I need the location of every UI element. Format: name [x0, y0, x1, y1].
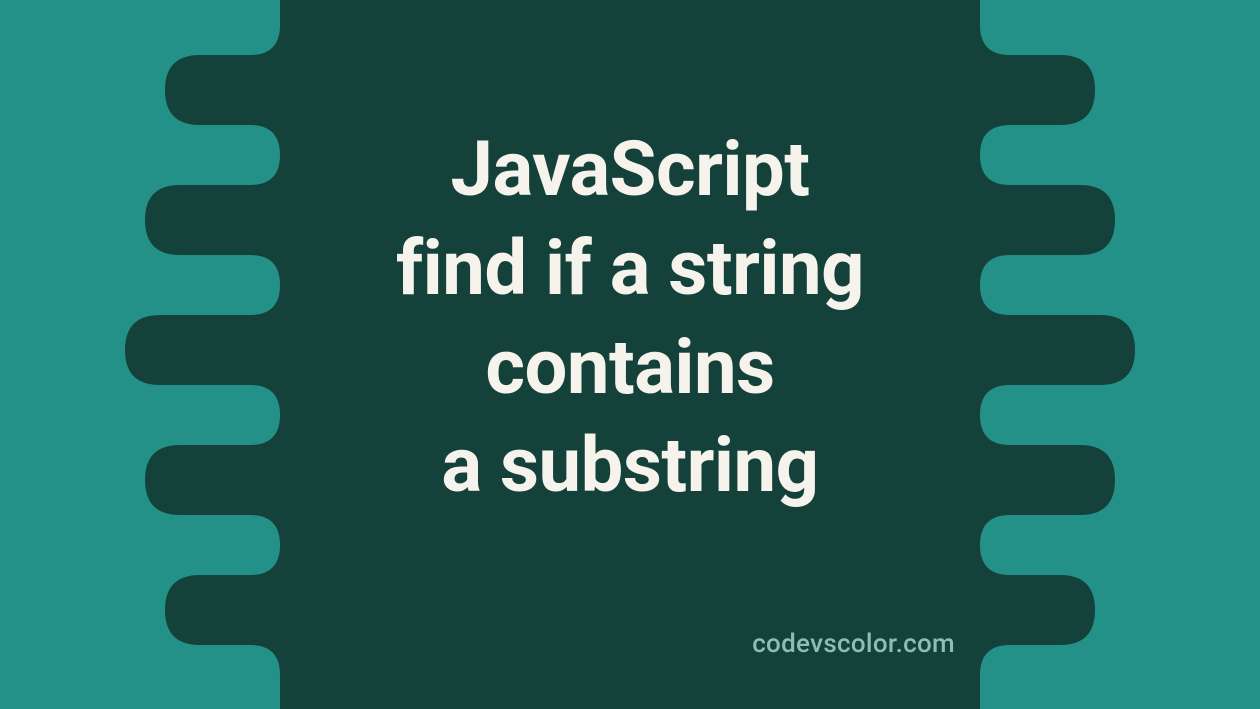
watermark-text: codevscolor.com [752, 629, 955, 659]
title-line-1: JavaScript [451, 124, 810, 214]
banner-container: JavaScript find if a string contains a s… [0, 0, 1260, 709]
title-line-2: find if a string [396, 223, 864, 313]
main-title: JavaScript find if a string contains a s… [280, 120, 980, 515]
title-line-3: contains [485, 322, 774, 412]
content-wrapper: JavaScript find if a string contains a s… [0, 0, 1260, 709]
title-line-4: a substring [441, 420, 818, 510]
